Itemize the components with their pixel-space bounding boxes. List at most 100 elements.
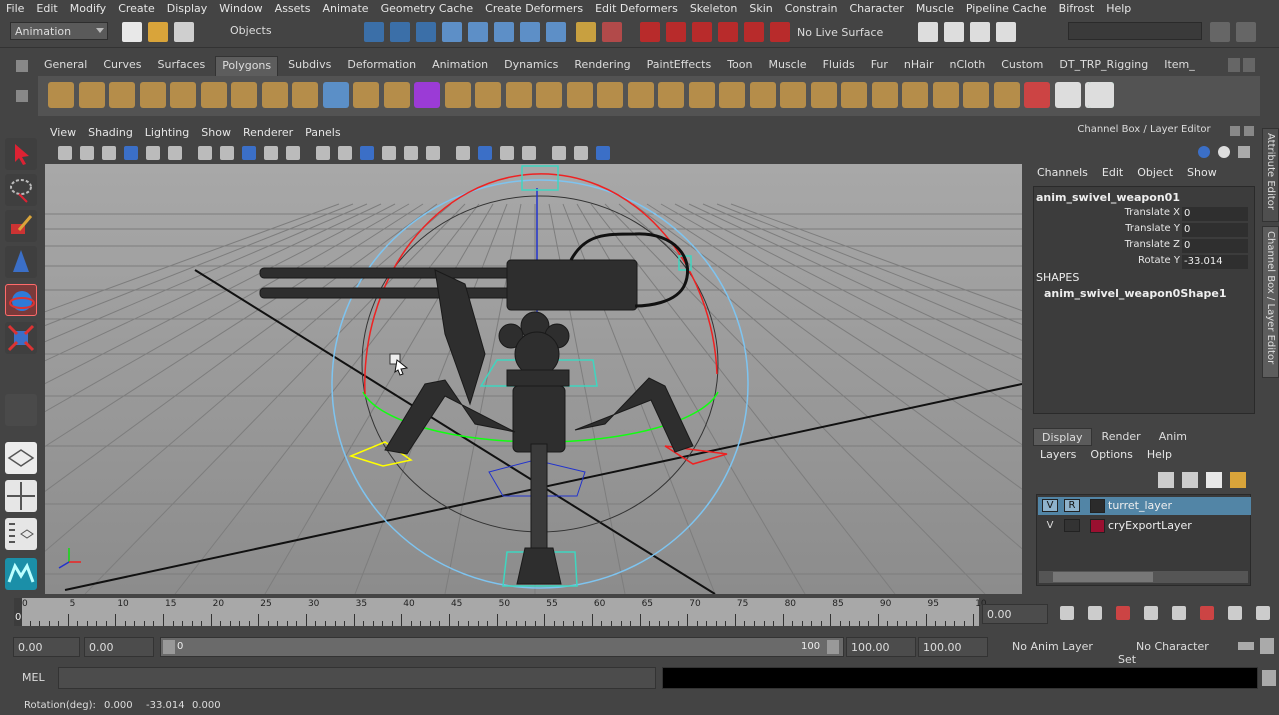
shelf-bevel-icon[interactable] [1024, 82, 1050, 108]
layer-row[interactable]: VcryExportLayer [1038, 517, 1251, 535]
shelf-append-icon[interactable] [902, 82, 928, 108]
render-settings-icon[interactable] [918, 22, 938, 42]
tool-settings-mode-icon[interactable] [1238, 146, 1250, 158]
shelf-tab-muscle[interactable]: Muscle [762, 56, 812, 76]
lasso-tool-icon[interactable] [5, 174, 37, 206]
viewport-menu-renderer[interactable]: Renderer [237, 126, 299, 142]
make-live-icon[interactable] [744, 22, 764, 42]
viewport-hud-icon[interactable] [404, 146, 418, 160]
viewport-shadows-icon[interactable] [426, 146, 440, 160]
start-time-field[interactable]: 0.00 [13, 637, 80, 657]
viewport-wireframe-icon[interactable] [198, 146, 212, 160]
layer-tab-render[interactable]: Render [1094, 428, 1149, 446]
command-language-label[interactable]: MEL [22, 671, 45, 684]
attribute-editor-mode-icon[interactable] [1218, 146, 1230, 158]
shelf-extrude-icon[interactable] [841, 82, 867, 108]
save-scene-icon[interactable] [174, 22, 194, 42]
shelf-scroll-right-icon[interactable] [1243, 58, 1255, 72]
shelf-checker-e-icon[interactable] [1088, 82, 1114, 108]
shelf-helix-icon[interactable] [322, 82, 349, 108]
end-time-field[interactable]: 100.00 [918, 637, 988, 657]
go-to-start-icon[interactable] [1060, 606, 1074, 620]
shelf-menu-icon[interactable] [16, 90, 28, 102]
snap-grid-icon[interactable] [640, 22, 660, 42]
last-tool-slot[interactable] [5, 394, 37, 426]
current-time-field[interactable]: 0.00 [982, 604, 1048, 624]
key-icon[interactable] [1238, 642, 1254, 650]
shelf-tab-subdivs[interactable]: Subdivs [282, 56, 337, 76]
menu-item-edit[interactable]: Edit [30, 2, 63, 15]
shelf-cleanup-icon[interactable] [688, 82, 715, 108]
viewport-resolution-gate-icon[interactable] [168, 146, 182, 160]
channel-menu-edit[interactable]: Edit [1095, 166, 1130, 182]
open-scene-icon[interactable] [148, 22, 168, 42]
shelf-menu-handle[interactable] [8, 56, 36, 116]
animation-preferences-icon[interactable] [1260, 638, 1274, 654]
shelf-insert-loop-icon[interactable] [963, 82, 989, 108]
menu-item-geometry-cache[interactable]: Geometry Cache [375, 2, 480, 15]
shelf-soccer-ball-icon[interactable] [383, 82, 410, 108]
snap-point-icon[interactable] [692, 22, 712, 42]
lock-selection-icon[interactable] [576, 22, 596, 42]
go-to-end-icon[interactable] [1256, 606, 1270, 620]
current-frame-marker[interactable]: 0 [14, 598, 22, 626]
shelf-booleans-icon[interactable] [597, 82, 623, 108]
shelf-offset-loop-icon[interactable] [993, 82, 1020, 108]
channel-attribute-value[interactable]: 0 [1182, 223, 1248, 237]
channel-box-mode-icon[interactable] [1198, 146, 1210, 158]
menu-item-pipeline-cache[interactable]: Pipeline Cache [960, 2, 1053, 15]
shelf-cube-icon[interactable] [78, 82, 105, 108]
viewport-camera-select-icon[interactable] [58, 146, 72, 160]
viewport-anti-alias-icon[interactable] [500, 146, 514, 160]
viewport-menu-panels[interactable]: Panels [299, 126, 346, 142]
shelf-pyramid-icon[interactable] [231, 82, 257, 108]
perspective-viewport[interactable] [45, 164, 1022, 594]
select-object-icon[interactable] [390, 22, 410, 42]
range-slider-start-handle[interactable] [163, 640, 175, 654]
shelf-bridge-icon[interactable] [871, 82, 898, 108]
shelf-tab-custom[interactable]: Custom [995, 56, 1049, 76]
menu-item-edit-deformers[interactable]: Edit Deformers [589, 2, 684, 15]
menu-item-constrain[interactable]: Constrain [779, 2, 844, 15]
snap-curve-icon[interactable] [666, 22, 686, 42]
shelf-scroll-left-icon[interactable] [1228, 58, 1240, 72]
shelf-combine-icon[interactable] [505, 82, 532, 108]
layer-reference-toggle[interactable] [1064, 519, 1080, 532]
shelf-cone-icon[interactable] [139, 82, 166, 108]
shelf-prism-icon[interactable] [414, 82, 440, 108]
layer-list-scrollbar[interactable] [1039, 571, 1248, 583]
shelf-smooth-icon[interactable] [627, 82, 654, 108]
shelf-tab-dynamics[interactable]: Dynamics [498, 56, 564, 76]
shelf-tab-dt-trp-rigging[interactable]: DT_TRP_Rigging [1053, 56, 1154, 76]
channel-menu-object[interactable]: Object [1130, 166, 1180, 182]
new-scene-icon[interactable] [122, 22, 142, 42]
menu-item-file[interactable]: File [0, 2, 30, 15]
new-layer-icon[interactable] [1158, 472, 1174, 488]
anim-start-field[interactable]: 0.00 [84, 637, 154, 657]
rotate-tool-icon[interactable] [5, 284, 37, 316]
menu-item-help[interactable]: Help [1100, 2, 1137, 15]
four-view-layout-icon[interactable] [5, 480, 37, 512]
layer-color-swatch[interactable] [1090, 519, 1105, 533]
tab-attribute-editor[interactable]: Attribute Editor [1262, 128, 1279, 222]
viewport-motion-blur-icon[interactable] [478, 146, 492, 160]
channel-attribute-row[interactable]: Translate Z0 [1125, 239, 1248, 253]
viewport-xray-icon[interactable] [264, 146, 278, 160]
shelf-plane-icon[interactable] [170, 82, 196, 108]
menu-item-display[interactable]: Display [161, 2, 214, 15]
menu-item-create[interactable]: Create [112, 2, 161, 15]
shelf-tab-painteffects[interactable]: PaintEffects [641, 56, 718, 76]
gear-icon[interactable] [16, 60, 28, 72]
render-frame-icon[interactable] [944, 22, 964, 42]
menu-item-animate[interactable]: Animate [316, 2, 374, 15]
mask-surfaces-icon[interactable] [442, 22, 462, 42]
viewport-grid-icon[interactable] [382, 146, 396, 160]
shelf-tab-nhair[interactable]: nHair [898, 56, 940, 76]
shelf-extract-icon[interactable] [566, 82, 593, 108]
channel-attribute-row[interactable]: Translate Y0 [1125, 223, 1248, 237]
anim-end-field[interactable]: 100.00 [846, 637, 916, 657]
shelf-tab-rendering[interactable]: Rendering [568, 56, 636, 76]
shelf-tab-fluids[interactable]: Fluids [817, 56, 861, 76]
menu-item-create-deformers[interactable]: Create Deformers [479, 2, 589, 15]
select-component-icon[interactable] [416, 22, 436, 42]
